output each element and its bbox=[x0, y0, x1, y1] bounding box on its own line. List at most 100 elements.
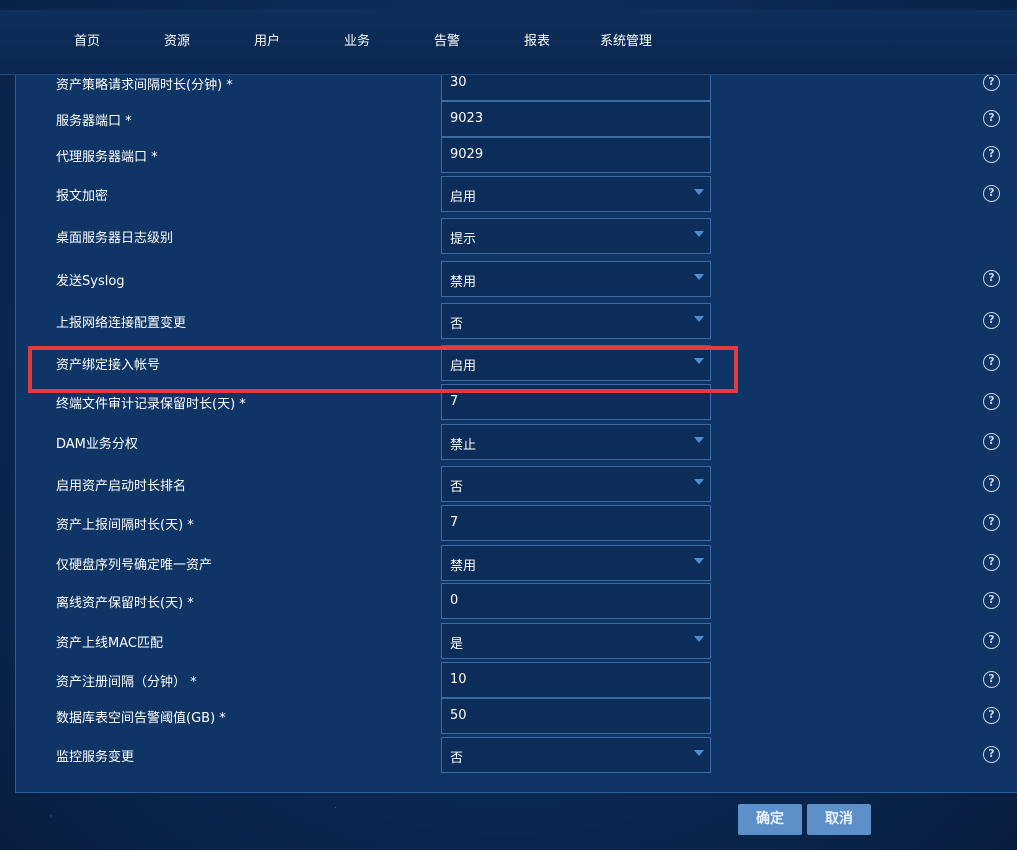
form-row: 资产绑定接入帐号 启用? bbox=[16, 345, 1017, 381]
field-value: 7 bbox=[450, 394, 459, 409]
form-row-label: 资产上报间隔时长(天) * bbox=[56, 518, 194, 533]
form-row: 服务器端口 * 9023? bbox=[16, 101, 1017, 137]
field-value: 禁止 bbox=[450, 438, 477, 453]
chevron-down-icon[interactable] bbox=[694, 558, 704, 564]
help-icon[interactable]: ? bbox=[983, 146, 1000, 163]
help-icon[interactable]: ? bbox=[983, 185, 1000, 202]
help-icon[interactable]: ? bbox=[983, 632, 1000, 649]
form-row-label: 监控服务变更 bbox=[56, 750, 135, 765]
field-value: 7 bbox=[450, 515, 459, 530]
nav-alarms[interactable]: 告警 bbox=[434, 30, 460, 49]
nav-system-management[interactable]: 系统管理 bbox=[600, 30, 652, 49]
form-row: 报文加密 启用? bbox=[16, 176, 1017, 212]
nav-home[interactable]: 首页 bbox=[74, 30, 100, 49]
form-row-label: 离线资产保留时长(天) * bbox=[56, 596, 194, 611]
form-row-label: DAM业务分权 bbox=[56, 437, 138, 452]
form-row: 上报网络连接配置变更 否? bbox=[16, 303, 1017, 339]
help-icon[interactable]: ? bbox=[983, 475, 1000, 492]
text-input[interactable]: 7 bbox=[441, 505, 711, 541]
chevron-down-icon[interactable] bbox=[694, 636, 704, 642]
select-dropdown[interactable]: 是 bbox=[441, 623, 711, 659]
text-input[interactable]: 9023 bbox=[441, 101, 711, 137]
select-dropdown[interactable]: 否 bbox=[441, 466, 711, 502]
help-icon[interactable]: ? bbox=[983, 393, 1000, 410]
help-icon[interactable]: ? bbox=[983, 354, 1000, 371]
form-row: 监控服务变更 否? bbox=[16, 737, 1017, 773]
form-row: 代理服务器端口 * 9029? bbox=[16, 137, 1017, 173]
nav-resources[interactable]: 资源 bbox=[164, 30, 190, 49]
help-icon[interactable]: ? bbox=[983, 671, 1000, 688]
top-navigation-bar: 首页 资源 用户 业务 告警 报表 系统管理 bbox=[0, 10, 1017, 75]
select-dropdown[interactable]: 启用 bbox=[441, 176, 711, 212]
form-row-label: 资产策略请求间隔时长(分钟) * bbox=[56, 78, 233, 93]
field-value: 启用 bbox=[450, 190, 477, 205]
help-icon[interactable]: ? bbox=[983, 746, 1000, 763]
form-row-label: 发送Syslog bbox=[56, 274, 125, 289]
text-input[interactable]: 0 bbox=[441, 583, 711, 619]
field-value: 0 bbox=[450, 593, 459, 608]
select-dropdown[interactable]: 禁用 bbox=[441, 261, 711, 297]
form-row: 发送Syslog 禁用? bbox=[16, 261, 1017, 297]
text-input[interactable]: 30 bbox=[441, 75, 711, 101]
chevron-down-icon[interactable] bbox=[694, 189, 704, 195]
field-value: 是 bbox=[450, 637, 464, 652]
chevron-down-icon[interactable] bbox=[694, 316, 704, 322]
text-input[interactable]: 10 bbox=[441, 662, 711, 698]
chevron-down-icon[interactable] bbox=[694, 750, 704, 756]
form-row-label: 资产绑定接入帐号 bbox=[56, 358, 161, 373]
nav-reports[interactable]: 报表 bbox=[524, 30, 550, 49]
field-value: 否 bbox=[450, 317, 464, 332]
select-dropdown[interactable]: 否 bbox=[441, 303, 711, 339]
help-icon[interactable]: ? bbox=[983, 110, 1000, 127]
select-dropdown[interactable]: 禁用 bbox=[441, 545, 711, 581]
field-value: 否 bbox=[450, 480, 464, 495]
help-icon[interactable]: ? bbox=[983, 592, 1000, 609]
help-icon[interactable]: ? bbox=[983, 707, 1000, 724]
form-row: 桌面服务器日志级别 提示 bbox=[16, 218, 1017, 254]
chevron-down-icon[interactable] bbox=[694, 437, 704, 443]
field-value: 9029 bbox=[450, 147, 484, 162]
field-value: 30 bbox=[450, 75, 467, 90]
form-row: 离线资产保留时长(天) * 0? bbox=[16, 583, 1017, 619]
settings-form-panel: 资产策略请求间隔时长(分钟) * 30? 服务器端口 * 9023? 代理服务器端口 *… bbox=[15, 75, 1017, 793]
form-row: DAM业务分权 禁止? bbox=[16, 424, 1017, 460]
select-dropdown[interactable]: 禁止 bbox=[441, 424, 711, 460]
form-row-label: 资产上线MAC匹配 bbox=[56, 636, 163, 651]
form-row: 资产注册间隔（分钟） * 10? bbox=[16, 662, 1017, 698]
text-input[interactable]: 7 bbox=[441, 384, 711, 420]
form-row: 启用资产启动时长排名 否? bbox=[16, 466, 1017, 502]
chevron-down-icon[interactable] bbox=[694, 358, 704, 364]
form-row-label: 终端文件审计记录保留时长(天) * bbox=[56, 397, 246, 412]
select-dropdown[interactable]: 启用 bbox=[441, 345, 711, 381]
form-row-label: 桌面服务器日志级别 bbox=[56, 231, 174, 246]
text-input[interactable]: 50 bbox=[441, 698, 711, 734]
chevron-down-icon[interactable] bbox=[694, 231, 704, 237]
select-dropdown[interactable]: 否 bbox=[441, 737, 711, 773]
field-value: 否 bbox=[450, 751, 464, 766]
field-value: 禁用 bbox=[450, 275, 477, 290]
field-value: 禁用 bbox=[450, 559, 477, 574]
field-value: 9023 bbox=[450, 111, 484, 126]
form-row-label: 资产注册间隔（分钟） * bbox=[56, 675, 197, 690]
cancel-button[interactable]: 取消 bbox=[807, 804, 871, 835]
form-row-label: 启用资产启动时长排名 bbox=[56, 479, 187, 494]
confirm-button[interactable]: 确定 bbox=[738, 804, 802, 835]
form-row: 仅硬盘序列号确定唯一资产 禁用? bbox=[16, 545, 1017, 581]
help-icon[interactable]: ? bbox=[983, 312, 1000, 329]
form-row: 数据库表空间告警阈值(GB) * 50? bbox=[16, 698, 1017, 734]
help-icon[interactable]: ? bbox=[983, 75, 1000, 91]
form-row: 资产上报间隔时长(天) * 7? bbox=[16, 505, 1017, 541]
form-row-label: 报文加密 bbox=[56, 189, 109, 204]
select-dropdown[interactable]: 提示 bbox=[441, 218, 711, 254]
help-icon[interactable]: ? bbox=[983, 433, 1000, 450]
help-icon[interactable]: ? bbox=[983, 270, 1000, 287]
nav-users[interactable]: 用户 bbox=[254, 30, 280, 49]
form-row-label: 数据库表空间告警阈值(GB) * bbox=[56, 711, 226, 726]
text-input[interactable]: 9029 bbox=[441, 137, 711, 173]
chevron-down-icon[interactable] bbox=[694, 274, 704, 280]
chevron-down-icon[interactable] bbox=[694, 479, 704, 485]
help-icon[interactable]: ? bbox=[983, 554, 1000, 571]
form-row-label: 代理服务器端口 * bbox=[56, 150, 158, 165]
nav-business[interactable]: 业务 bbox=[344, 30, 370, 49]
help-icon[interactable]: ? bbox=[983, 514, 1000, 531]
